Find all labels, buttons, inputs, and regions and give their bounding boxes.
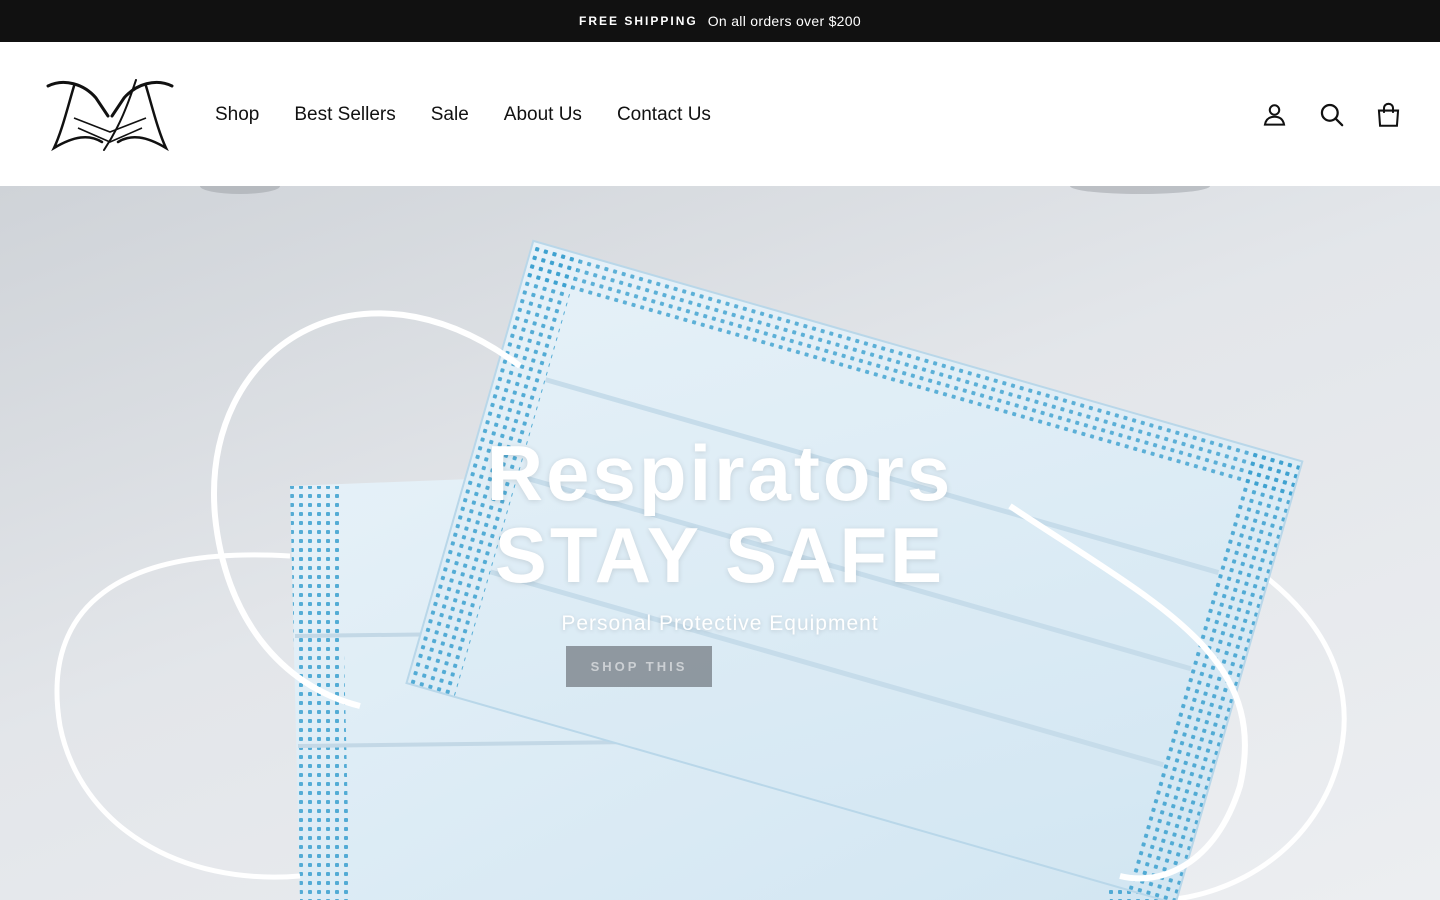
search-icon[interactable] — [1318, 101, 1345, 128]
main-nav: Shop Best Sellers Sale About Us Contact … — [215, 42, 711, 186]
hero-title-line2: STAY SAFE — [494, 511, 946, 599]
nav-item-about-us[interactable]: About Us — [504, 105, 582, 124]
hero-title: Respirators STAY SAFE — [0, 432, 1440, 596]
hero-subtitle: Personal Protective Equipment — [561, 612, 879, 635]
brand-logo[interactable] — [44, 76, 176, 154]
nav-item-contact-us[interactable]: Contact Us — [617, 105, 711, 124]
hero-banner: Respirators STAY SAFE Personal Protectiv… — [0, 186, 1440, 900]
nav-item-best-sellers[interactable]: Best Sellers — [294, 105, 395, 124]
hero-content: Respirators STAY SAFE Personal Protectiv… — [0, 432, 1440, 636]
announcement-highlight: FREE SHIPPING — [579, 14, 698, 28]
site-header: Shop Best Sellers Sale About Us Contact … — [0, 42, 1440, 186]
nav-item-sale[interactable]: Sale — [431, 105, 469, 124]
cart-icon[interactable] — [1375, 101, 1402, 128]
announcement-bar: FREE SHIPPING On all orders over $200 — [0, 0, 1440, 42]
hero-title-line1: Respirators — [486, 429, 954, 517]
header-actions — [1261, 42, 1402, 186]
nav-item-shop[interactable]: Shop — [215, 105, 259, 124]
account-icon[interactable] — [1261, 101, 1288, 128]
announcement-text: On all orders over $200 — [707, 13, 861, 29]
shop-this-button[interactable]: SHOP THIS — [566, 646, 712, 687]
logo-icon — [46, 79, 174, 152]
